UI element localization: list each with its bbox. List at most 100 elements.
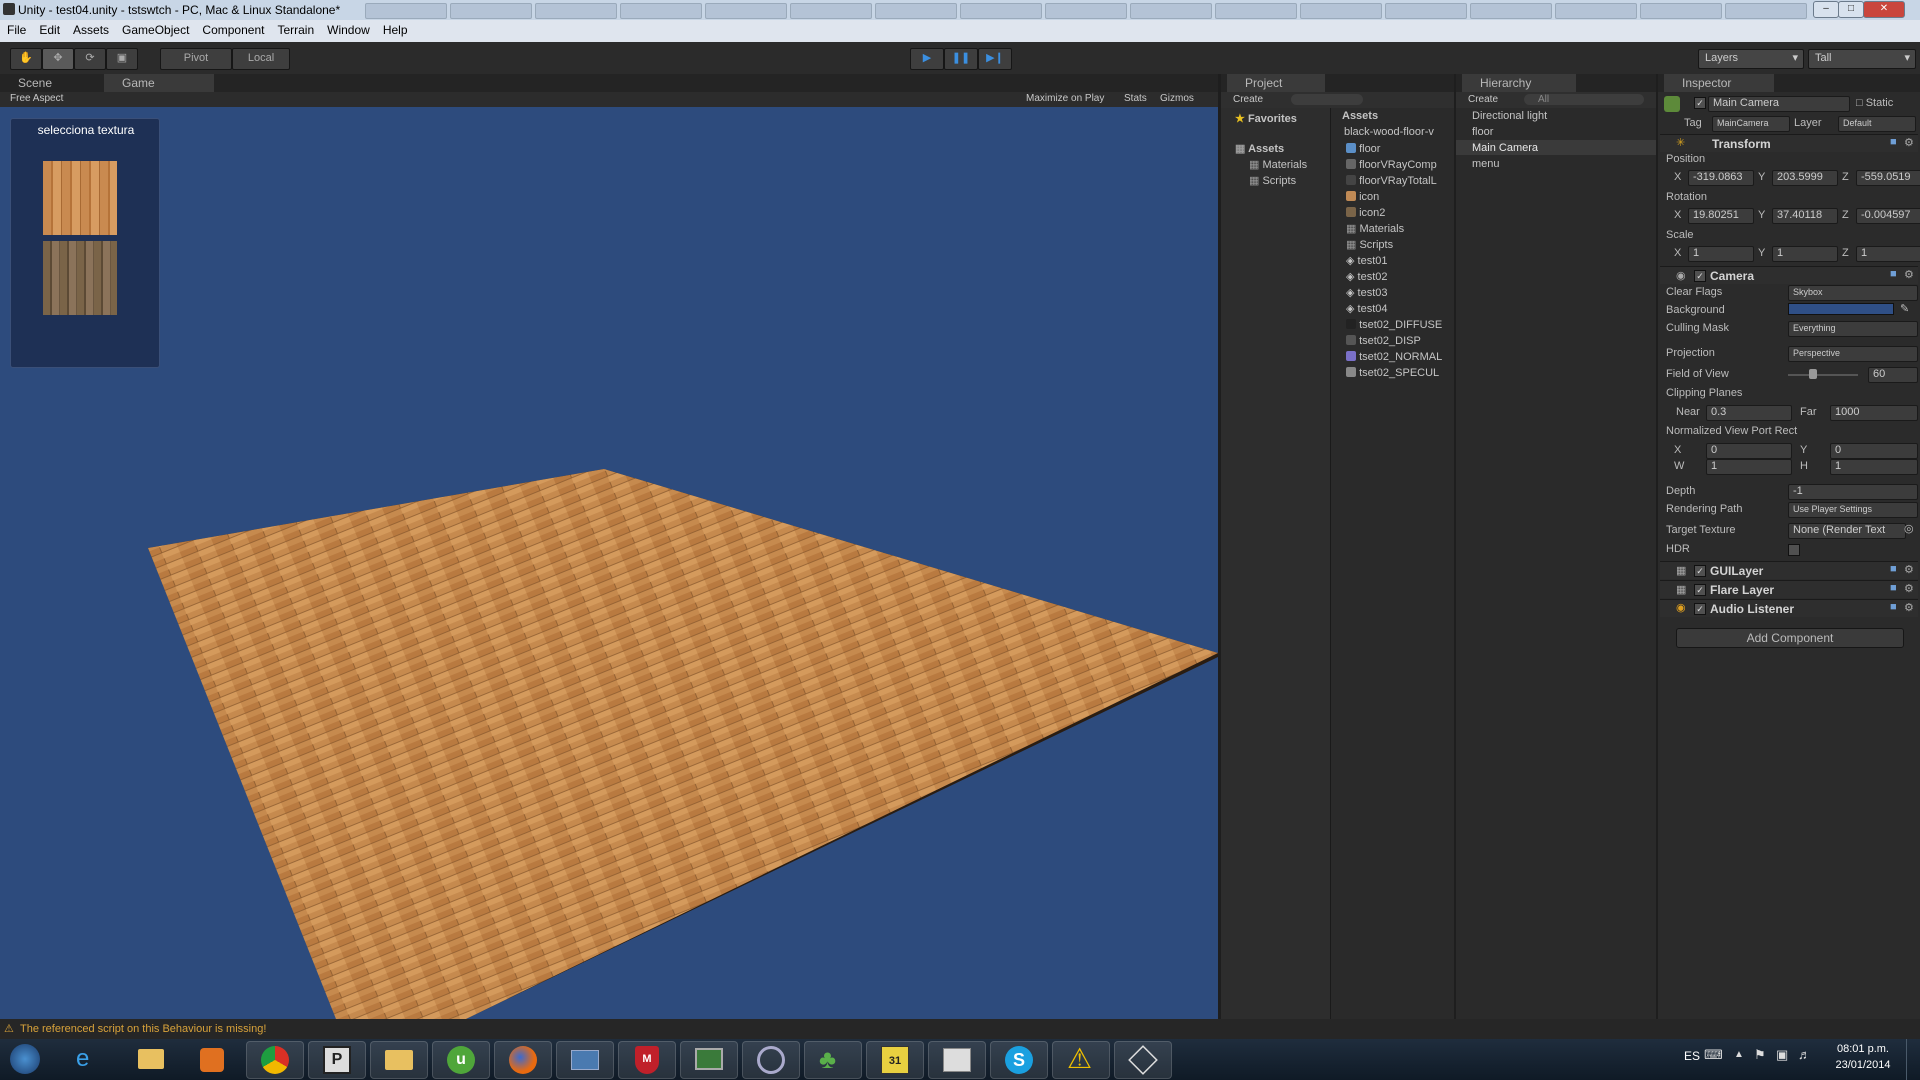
asset-item[interactable]: ◈ test01 (1346, 254, 1388, 267)
title-bar-tab[interactable] (790, 3, 872, 19)
background-color-swatch[interactable] (1788, 303, 1894, 315)
asset-item[interactable]: black-wood-floor-v (1344, 126, 1434, 138)
camera-enabled-checkbox[interactable]: ✓ (1694, 270, 1706, 282)
asset-item[interactable]: ▦ Scripts (1346, 238, 1393, 251)
project-search-input[interactable] (1291, 94, 1363, 105)
vp-y-field[interactable]: 0 (1830, 443, 1918, 459)
object-picker-icon[interactable]: ◎ (1904, 522, 1914, 535)
tab-inspector[interactable]: Inspector (1664, 74, 1774, 92)
menu-help[interactable]: Help (376, 20, 414, 37)
volume-icon[interactable]: ♬ (1798, 1047, 1811, 1062)
help-icon[interactable]: ■ (1890, 268, 1897, 280)
rotation-z-field[interactable]: -0.004597 (1856, 208, 1920, 224)
aspect-dropdown[interactable]: Free Aspect (10, 93, 63, 104)
position-x-field[interactable]: -319.0863 (1688, 170, 1754, 186)
asset-item[interactable]: ◈ test03 (1346, 286, 1388, 299)
network-taskbar-icon[interactable] (742, 1041, 800, 1079)
hdr-checkbox[interactable] (1788, 544, 1800, 556)
help-icon[interactable]: ■ (1890, 582, 1897, 594)
menu-edit[interactable]: Edit (32, 20, 66, 37)
active-checkbox[interactable]: ✓ (1694, 97, 1706, 109)
asset-item[interactable]: icon2 (1346, 206, 1385, 219)
layer-dropdown[interactable]: Default (1838, 116, 1916, 132)
explorer-taskbar-icon[interactable] (122, 1041, 178, 1077)
gear-icon[interactable]: ⚙ (1904, 268, 1914, 281)
asset-item[interactable]: icon (1346, 190, 1379, 203)
tab-hierarchy[interactable]: Hierarchy (1462, 74, 1576, 92)
favorites-folder[interactable]: ★ Favorites (1235, 112, 1297, 125)
gear-icon[interactable]: ⚙ (1904, 136, 1914, 149)
title-bar-tab[interactable] (875, 3, 957, 19)
pause-button[interactable]: ❚❚ (944, 48, 978, 70)
unity-taskbar-icon[interactable] (1114, 1041, 1172, 1079)
maximize-on-play-toggle[interactable]: Maximize on Play (1026, 93, 1104, 104)
show-desktop-button[interactable] (1906, 1039, 1920, 1080)
far-field[interactable]: 1000 (1830, 405, 1918, 421)
add-component-button[interactable]: Add Component (1676, 628, 1904, 648)
menu-component[interactable]: Component (195, 20, 270, 37)
vp-h-field[interactable]: 1 (1830, 459, 1918, 475)
title-bar-tab[interactable] (365, 3, 447, 19)
menu-terrain[interactable]: Terrain (270, 20, 320, 37)
title-bar-tab[interactable] (1640, 3, 1722, 19)
rotate-tool-icon[interactable]: ⟳ (74, 48, 106, 70)
menu-window[interactable]: Window (320, 20, 376, 37)
language-indicator[interactable]: ES (1684, 1049, 1700, 1063)
audio-listener-enabled-checkbox[interactable]: ✓ (1694, 603, 1706, 615)
guilayer-component-header[interactable]: ▦ ✓ GUILayer ■ ⚙ (1660, 561, 1918, 579)
scale-x-field[interactable]: 1 (1688, 246, 1754, 262)
title-bar-tab[interactable] (620, 3, 702, 19)
title-bar-tab[interactable] (1215, 3, 1297, 19)
static-toggle[interactable]: □ Static (1856, 97, 1893, 109)
asset-item[interactable]: floorVRayTotalL (1346, 174, 1437, 187)
hierarchy-item-selected[interactable]: Main Camera (1472, 142, 1538, 154)
skype-taskbar-icon[interactable]: S (990, 1041, 1048, 1079)
warning-taskbar-icon[interactable]: ⚠ (1052, 1041, 1110, 1079)
gizmos-dropdown[interactable]: Gizmos (1160, 93, 1194, 104)
monitor-taskbar-icon[interactable] (680, 1041, 738, 1079)
utorrent-taskbar-icon[interactable]: u (432, 1041, 490, 1079)
rotation-y-field[interactable]: 37.40118 (1772, 208, 1838, 224)
texture-thumb-wood-light[interactable] (43, 161, 117, 235)
rotation-x-field[interactable]: 19.80251 (1688, 208, 1754, 224)
asset-item[interactable]: tset02_SPECUL (1346, 366, 1439, 379)
menu-file[interactable]: File (0, 20, 32, 37)
near-field[interactable]: 0.3 (1706, 405, 1792, 421)
title-bar-tab[interactable] (1725, 3, 1807, 19)
scale-tool-icon[interactable]: ▣ (106, 48, 138, 70)
hierarchy-item[interactable]: floor (1472, 126, 1493, 138)
firefox-taskbar-icon[interactable] (494, 1041, 552, 1079)
gear-icon[interactable]: ⚙ (1904, 563, 1914, 576)
title-bar-tab[interactable] (1555, 3, 1637, 19)
title-bar-tab[interactable] (1470, 3, 1552, 19)
audio-listener-component-header[interactable]: ◉ ✓ Audio Listener ■ ⚙ (1660, 599, 1918, 617)
culling-mask-dropdown[interactable]: Everything (1788, 321, 1918, 337)
gear-icon[interactable]: ⚙ (1904, 582, 1914, 595)
fov-slider-thumb[interactable] (1809, 369, 1817, 379)
keyboard-icon[interactable]: ⌨ (1704, 1047, 1723, 1063)
scale-z-field[interactable]: 1 (1856, 246, 1920, 262)
folder-taskbar-icon[interactable] (370, 1041, 428, 1079)
gear-icon[interactable]: ⚙ (1904, 601, 1914, 614)
mcafee-taskbar-icon[interactable]: M (618, 1041, 676, 1079)
asset-item[interactable]: tset02_NORMAL (1346, 350, 1442, 363)
window-taskbar-icon[interactable] (556, 1041, 614, 1079)
status-message[interactable]: The referenced script on this Behaviour … (20, 1023, 266, 1035)
asset-item[interactable]: ▦ Materials (1346, 222, 1404, 235)
asset-item[interactable]: ◈ test02 (1346, 270, 1388, 283)
stats-toggle[interactable]: Stats (1124, 93, 1147, 104)
hierarchy-create-button[interactable]: Create (1468, 94, 1498, 105)
guilayer-enabled-checkbox[interactable]: ✓ (1694, 565, 1706, 577)
close-button[interactable]: ✕ (1863, 1, 1905, 18)
title-bar-tab[interactable] (1045, 3, 1127, 19)
tab-scene[interactable]: Scene (0, 74, 118, 92)
flare-layer-enabled-checkbox[interactable]: ✓ (1694, 584, 1706, 596)
clock-time[interactable]: 08:01 p.m. (1828, 1043, 1898, 1055)
tab-project[interactable]: Project (1227, 74, 1325, 92)
asset-item[interactable]: tset02_DIFFUSE (1346, 318, 1442, 331)
hierarchy-item[interactable]: Directional light (1472, 110, 1547, 122)
title-bar-tab[interactable] (1385, 3, 1467, 19)
asset-item[interactable]: ◈ test04 (1346, 302, 1388, 315)
clover-taskbar-icon[interactable]: ♣ (804, 1041, 862, 1079)
help-icon[interactable]: ■ (1890, 563, 1897, 575)
